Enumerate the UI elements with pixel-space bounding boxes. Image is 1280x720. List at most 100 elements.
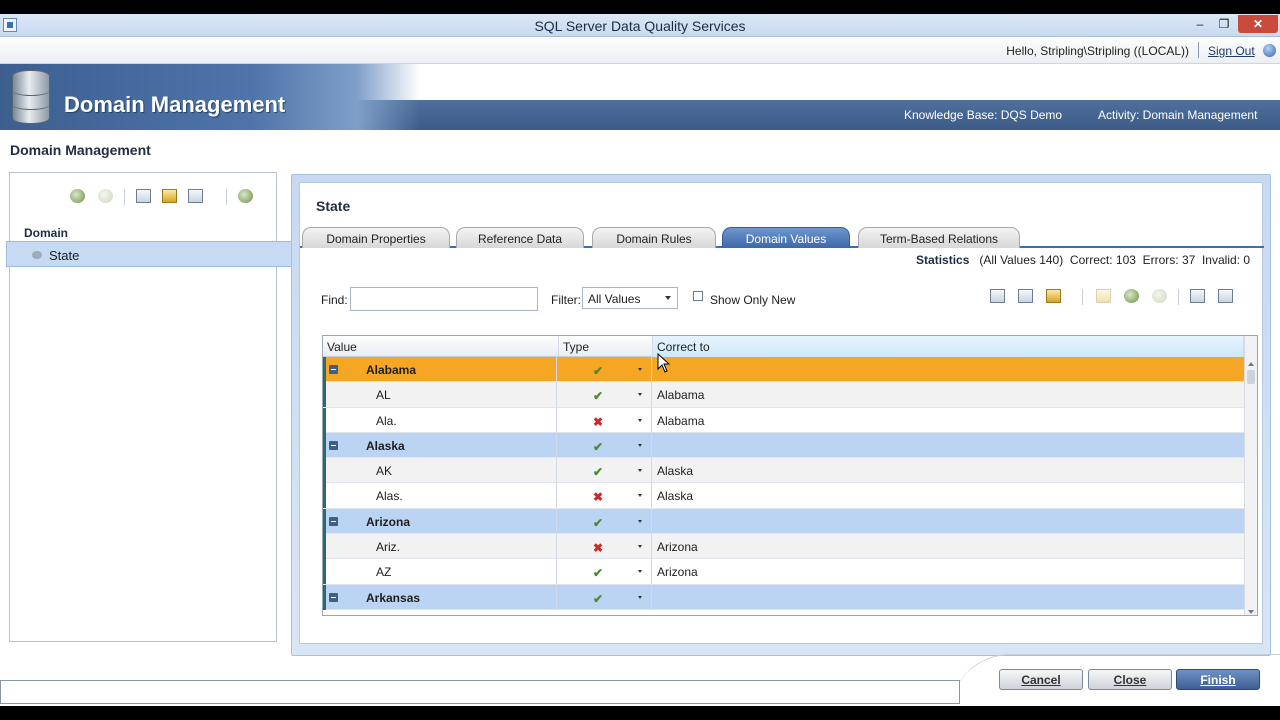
correct-to-cell[interactable]: Alabama	[653, 382, 1244, 407]
chevron-down-icon[interactable]	[638, 418, 642, 422]
correct-to-cell[interactable]: Arizona	[653, 559, 1244, 584]
chevron-down-icon[interactable]	[638, 393, 642, 397]
type-cell[interactable]: ✔	[557, 508, 652, 534]
collapse-icon[interactable]	[329, 592, 338, 602]
tab-domain-rules[interactable]: Domain Rules	[592, 227, 716, 248]
delete-domain-icon[interactable]	[98, 189, 113, 203]
scroll-thumb[interactable]	[1247, 370, 1255, 384]
chevron-down-icon[interactable]	[638, 368, 642, 371]
chevron-down-icon[interactable]	[638, 469, 642, 473]
correct-to-cell[interactable]: Alaska	[653, 458, 1244, 483]
chevron-down-icon[interactable]	[638, 519, 642, 523]
collapse-icon[interactable]	[329, 516, 338, 526]
table-row[interactable]: Alas. ✖ Alaska	[323, 483, 1244, 509]
type-cell[interactable]: ✔	[557, 584, 652, 610]
correct-to-cell[interactable]	[653, 433, 1244, 458]
table-row[interactable]: AL ✔ Alabama	[323, 382, 1244, 408]
table-row[interactable]: AK ✔ Alaska	[323, 458, 1244, 484]
group-row[interactable]: Arkansas ✔	[323, 584, 1244, 610]
type-cell[interactable]: ✔	[557, 382, 652, 408]
correct-to-cell[interactable]	[653, 357, 1244, 382]
close-button[interactable]: Close	[1088, 669, 1172, 690]
tab-reference-data[interactable]: Reference Data	[456, 227, 584, 248]
value-text: AL	[376, 388, 391, 403]
value-cell[interactable]: AK	[323, 458, 557, 484]
set-synonyms-icon[interactable]	[1096, 289, 1111, 303]
help-icon[interactable]	[1263, 44, 1276, 57]
chevron-down-icon[interactable]	[638, 570, 642, 574]
type-cell[interactable]: ✔	[557, 432, 652, 458]
value-cell[interactable]: Ala.	[323, 407, 557, 433]
find-icon[interactable]	[1152, 289, 1167, 303]
sign-out-link[interactable]: Sign Out	[1208, 44, 1255, 58]
table-row[interactable]: AZ ✔ Arizona	[323, 559, 1244, 585]
add-value-icon[interactable]	[990, 289, 1005, 303]
chevron-down-icon[interactable]	[638, 494, 642, 498]
value-cell[interactable]: Alas.	[323, 483, 557, 509]
header-banner: Domain Management Knowledge Base: DQS De…	[0, 64, 1280, 130]
expand-all-icon[interactable]	[1190, 289, 1205, 303]
close-window-button[interactable]: ✕	[1238, 15, 1278, 33]
table-row[interactable]: Ariz. ✖ Arizona	[323, 534, 1244, 560]
value-cell[interactable]: Arizona	[323, 508, 557, 534]
group-indicator	[323, 584, 326, 610]
column-header-value[interactable]: Value	[323, 336, 559, 357]
type-cell[interactable]: ✔	[557, 357, 652, 382]
group-row[interactable]: Alaska ✔	[323, 432, 1244, 459]
filter-select[interactable]: All Values	[582, 287, 678, 309]
create-domain-icon[interactable]	[70, 189, 85, 203]
type-cell[interactable]: ✖	[557, 483, 652, 509]
collapse-all-icon[interactable]	[1218, 289, 1233, 303]
find-input[interactable]	[350, 287, 538, 311]
restore-button[interactable]: ❐	[1210, 15, 1238, 33]
type-cell[interactable]: ✔	[557, 458, 652, 484]
value-cell[interactable]: Arkansas	[323, 584, 557, 610]
toolbar-divider	[1178, 289, 1179, 305]
value-cell[interactable]: Ariz.	[323, 534, 557, 560]
import-values-icon[interactable]	[1046, 289, 1061, 303]
type-cell[interactable]: ✔	[557, 559, 652, 585]
domain-list-panel: Domain State	[6, 172, 293, 642]
check-icon: ✔	[593, 566, 604, 581]
correct-to-cell[interactable]: Arizona	[653, 534, 1244, 559]
correct-to-cell[interactable]	[653, 585, 1244, 610]
table-row[interactable]: Ala. ✖ Alabama	[323, 407, 1244, 433]
type-cell[interactable]: ✖	[557, 534, 652, 560]
check-icon: ✔	[593, 591, 604, 606]
finish-button[interactable]: Finish	[1176, 669, 1260, 690]
collapse-icon[interactable]	[329, 440, 338, 450]
delete-value-icon[interactable]	[1018, 289, 1033, 303]
show-only-new-checkbox[interactable]	[693, 291, 703, 301]
group-row[interactable]: Alabama ✔	[323, 357, 1244, 383]
scroll-down-icon[interactable]	[1248, 610, 1254, 614]
stat-invalid: Invalid: 0	[1201, 253, 1250, 267]
column-header-type[interactable]: Type	[559, 336, 653, 357]
tab-domain-values[interactable]: Domain Values	[722, 227, 850, 248]
export-icon[interactable]	[188, 189, 203, 203]
import-icon[interactable]	[162, 189, 177, 203]
chevron-down-icon[interactable]	[638, 545, 642, 549]
value-cell[interactable]: Alabama	[323, 357, 557, 382]
chevron-down-icon[interactable]	[638, 595, 642, 599]
value-cell[interactable]: Alaska	[323, 432, 557, 458]
copy-domain-icon[interactable]	[136, 189, 151, 203]
group-row[interactable]: Arizona ✔	[323, 508, 1244, 535]
vertical-scrollbar[interactable]	[1244, 336, 1257, 615]
value-cell[interactable]: AZ	[323, 559, 557, 585]
correct-to-cell[interactable]: Alabama	[653, 408, 1244, 433]
break-synonyms-icon[interactable]	[1124, 289, 1139, 303]
chevron-down-icon[interactable]	[638, 443, 642, 447]
collapse-icon[interactable]	[329, 365, 338, 374]
tab-term-based-relations[interactable]: Term-Based Relations	[858, 227, 1020, 248]
tab-domain-properties[interactable]: Domain Properties	[302, 227, 450, 248]
publish-icon[interactable]	[238, 189, 253, 203]
column-header-correct-to[interactable]: Correct to	[653, 336, 1244, 357]
correct-to-cell[interactable]: Alaska	[653, 483, 1244, 508]
domain-item-state[interactable]: State	[6, 241, 293, 267]
type-cell[interactable]: ✖	[557, 407, 652, 433]
cancel-button[interactable]: Cancel	[999, 669, 1083, 690]
value-text: Alaska	[366, 438, 405, 453]
value-cell[interactable]: AL	[323, 382, 557, 408]
scroll-up-icon[interactable]	[1248, 362, 1254, 366]
correct-to-cell[interactable]	[653, 509, 1244, 534]
